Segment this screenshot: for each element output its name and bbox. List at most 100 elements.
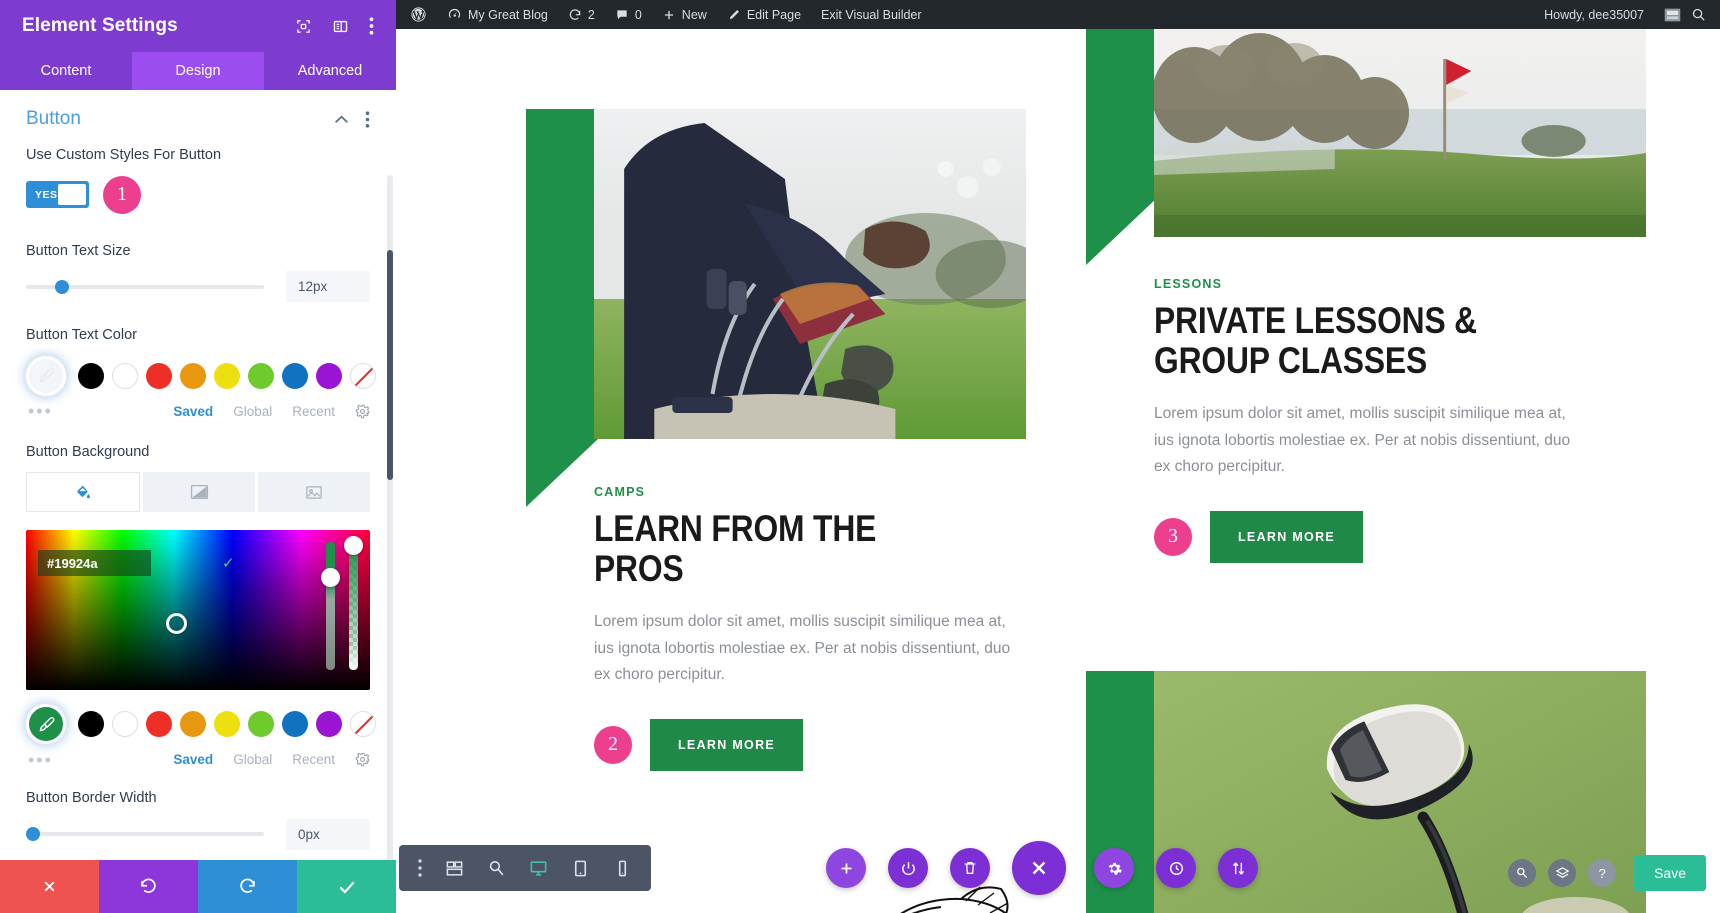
text-swatch-black[interactable] — [78, 362, 104, 389]
camps-learn-more-button[interactable]: LEARN MORE — [650, 718, 804, 771]
admin-bar-wordpress-logo[interactable] — [396, 0, 437, 29]
border-width-label: Button Border Width — [26, 790, 157, 807]
avatar-icon[interactable] — [1664, 7, 1681, 23]
bg-swatch-purple[interactable] — [316, 711, 342, 738]
background-swatches — [26, 704, 376, 745]
custom-styles-toggle[interactable]: YES — [26, 181, 89, 209]
settings-fab[interactable] — [1094, 848, 1134, 888]
background-type-image[interactable] — [258, 472, 370, 513]
admin-bar-howdy[interactable]: Howdy, dee35007 — [1530, 0, 1654, 29]
undo-button[interactable] — [99, 860, 198, 913]
layers-icon[interactable] — [1548, 859, 1577, 887]
text-color-recent-link[interactable]: Recent — [292, 404, 335, 419]
admin-bar-updates[interactable]: 2 — [558, 0, 605, 29]
text-swatch-none[interactable] — [350, 362, 376, 389]
help-icon[interactable]: ? — [1588, 859, 1617, 887]
background-eyedropper-button[interactable] — [26, 704, 66, 745]
border-width-input[interactable] — [286, 818, 370, 850]
check-icon[interactable]: ✓ — [222, 554, 243, 572]
text-color-ellipsis-icon[interactable]: ••• — [28, 402, 153, 420]
power-fab[interactable] — [888, 848, 928, 888]
bg-swatch-blue[interactable] — [282, 711, 308, 738]
layout-panel-icon[interactable] — [332, 18, 349, 35]
background-type-gradient[interactable] — [143, 472, 255, 513]
text-swatch-orange[interactable] — [180, 362, 206, 389]
undo-icon — [139, 877, 158, 896]
text-color-eyedropper-button[interactable] — [26, 355, 66, 396]
more-vertical-icon[interactable] — [369, 17, 374, 35]
apply-button[interactable] — [297, 860, 396, 913]
admin-bar-comments[interactable]: 0 — [605, 0, 652, 29]
background-global-link[interactable]: Global — [233, 752, 272, 767]
history-fab[interactable] — [1156, 848, 1196, 888]
text-color-global-link[interactable]: Global — [233, 404, 272, 419]
zoom-icon[interactable] — [477, 849, 515, 887]
close-builder-fab[interactable] — [1012, 841, 1066, 895]
wireframe-icon[interactable] — [435, 849, 473, 887]
text-size-slider-knob[interactable] — [54, 279, 69, 294]
border-width-slider-knob[interactable] — [26, 827, 40, 842]
admin-bar-new[interactable]: New — [652, 0, 717, 29]
text-swatch-yellow[interactable] — [214, 362, 240, 389]
bg-swatch-yellow[interactable] — [214, 711, 240, 738]
tab-design[interactable]: Design — [132, 52, 264, 90]
search-icon[interactable] — [1691, 7, 1706, 22]
cancel-button[interactable] — [0, 860, 99, 913]
bg-swatch-orange[interactable] — [180, 711, 206, 738]
tab-advanced[interactable]: Advanced — [264, 52, 396, 90]
text-swatch-red[interactable] — [146, 362, 172, 389]
element-settings-panel: Element Settings Content Design Advanced… — [0, 0, 396, 913]
background-recent-link[interactable]: Recent — [292, 752, 335, 767]
background-gear-icon[interactable] — [355, 752, 370, 767]
bg-swatch-green[interactable] — [248, 711, 274, 738]
hex-color-input[interactable] — [38, 555, 222, 571]
bg-swatch-red[interactable] — [146, 711, 172, 738]
focus-target-icon[interactable] — [295, 18, 312, 35]
background-ellipsis-icon[interactable]: ••• — [28, 751, 153, 769]
tablet-icon[interactable] — [561, 849, 599, 887]
text-size-input[interactable] — [286, 271, 370, 303]
lessons-learn-more-button[interactable]: LEARN MORE — [1210, 510, 1364, 563]
text-swatch-purple[interactable] — [316, 362, 342, 389]
admin-bar-edit-page-label: Edit Page — [746, 7, 802, 22]
section-more-vertical-icon[interactable] — [365, 110, 370, 128]
background-saved-link[interactable]: Saved — [173, 752, 213, 767]
desktop-icon[interactable] — [519, 849, 557, 887]
chevron-up-icon[interactable] — [334, 115, 349, 124]
phone-icon[interactable] — [603, 849, 641, 887]
bg-swatch-none[interactable] — [350, 711, 376, 738]
eyedropper-icon — [38, 367, 55, 384]
text-size-slider[interactable] — [26, 279, 264, 294]
admin-bar-comments-count: 0 — [634, 7, 642, 22]
grip-dots-icon[interactable] — [409, 849, 431, 887]
admin-bar-site-name[interactable]: My Great Blog — [437, 0, 558, 29]
text-swatch-blue[interactable] — [282, 362, 308, 389]
right-tool-cluster: ? Save — [1508, 855, 1706, 891]
redo-button[interactable] — [198, 860, 297, 913]
text-color-gear-icon[interactable] — [355, 404, 370, 419]
section-camps: CAMPS LEARN FROM THE PROS Lorem ipsum do… — [526, 109, 1026, 913]
device-toolbar — [399, 845, 651, 891]
zoom-icon-right[interactable] — [1508, 859, 1537, 887]
color-picker-gradient[interactable]: ✓ — [26, 530, 370, 691]
text-swatch-white[interactable] — [112, 362, 138, 389]
border-width-slider[interactable] — [26, 827, 264, 842]
bg-swatch-black[interactable] — [78, 711, 104, 738]
hue-slider[interactable] — [321, 542, 340, 671]
background-type-color[interactable] — [26, 472, 140, 513]
panel-scrollbar-thumb[interactable] — [387, 250, 393, 480]
bg-swatch-white[interactable] — [112, 711, 138, 738]
tab-content[interactable]: Content — [0, 52, 132, 90]
alpha-slider[interactable] — [344, 536, 363, 671]
admin-bar-exit-visual-builder[interactable]: Exit Visual Builder — [811, 0, 932, 29]
page-canvas: CAMPS LEARN FROM THE PROS Lorem ipsum do… — [396, 29, 1720, 913]
admin-bar-edit-page[interactable]: Edit Page — [717, 0, 811, 29]
sort-fab[interactable] — [1218, 848, 1258, 888]
text-color-saved-link[interactable]: Saved — [173, 404, 213, 419]
step-badge-1: 1 — [103, 175, 141, 214]
text-swatch-green[interactable] — [248, 362, 274, 389]
wordpress-logo-icon — [410, 6, 427, 23]
save-button[interactable]: Save — [1634, 855, 1706, 891]
trash-fab[interactable] — [950, 848, 990, 888]
add-section-fab[interactable] — [826, 848, 866, 888]
